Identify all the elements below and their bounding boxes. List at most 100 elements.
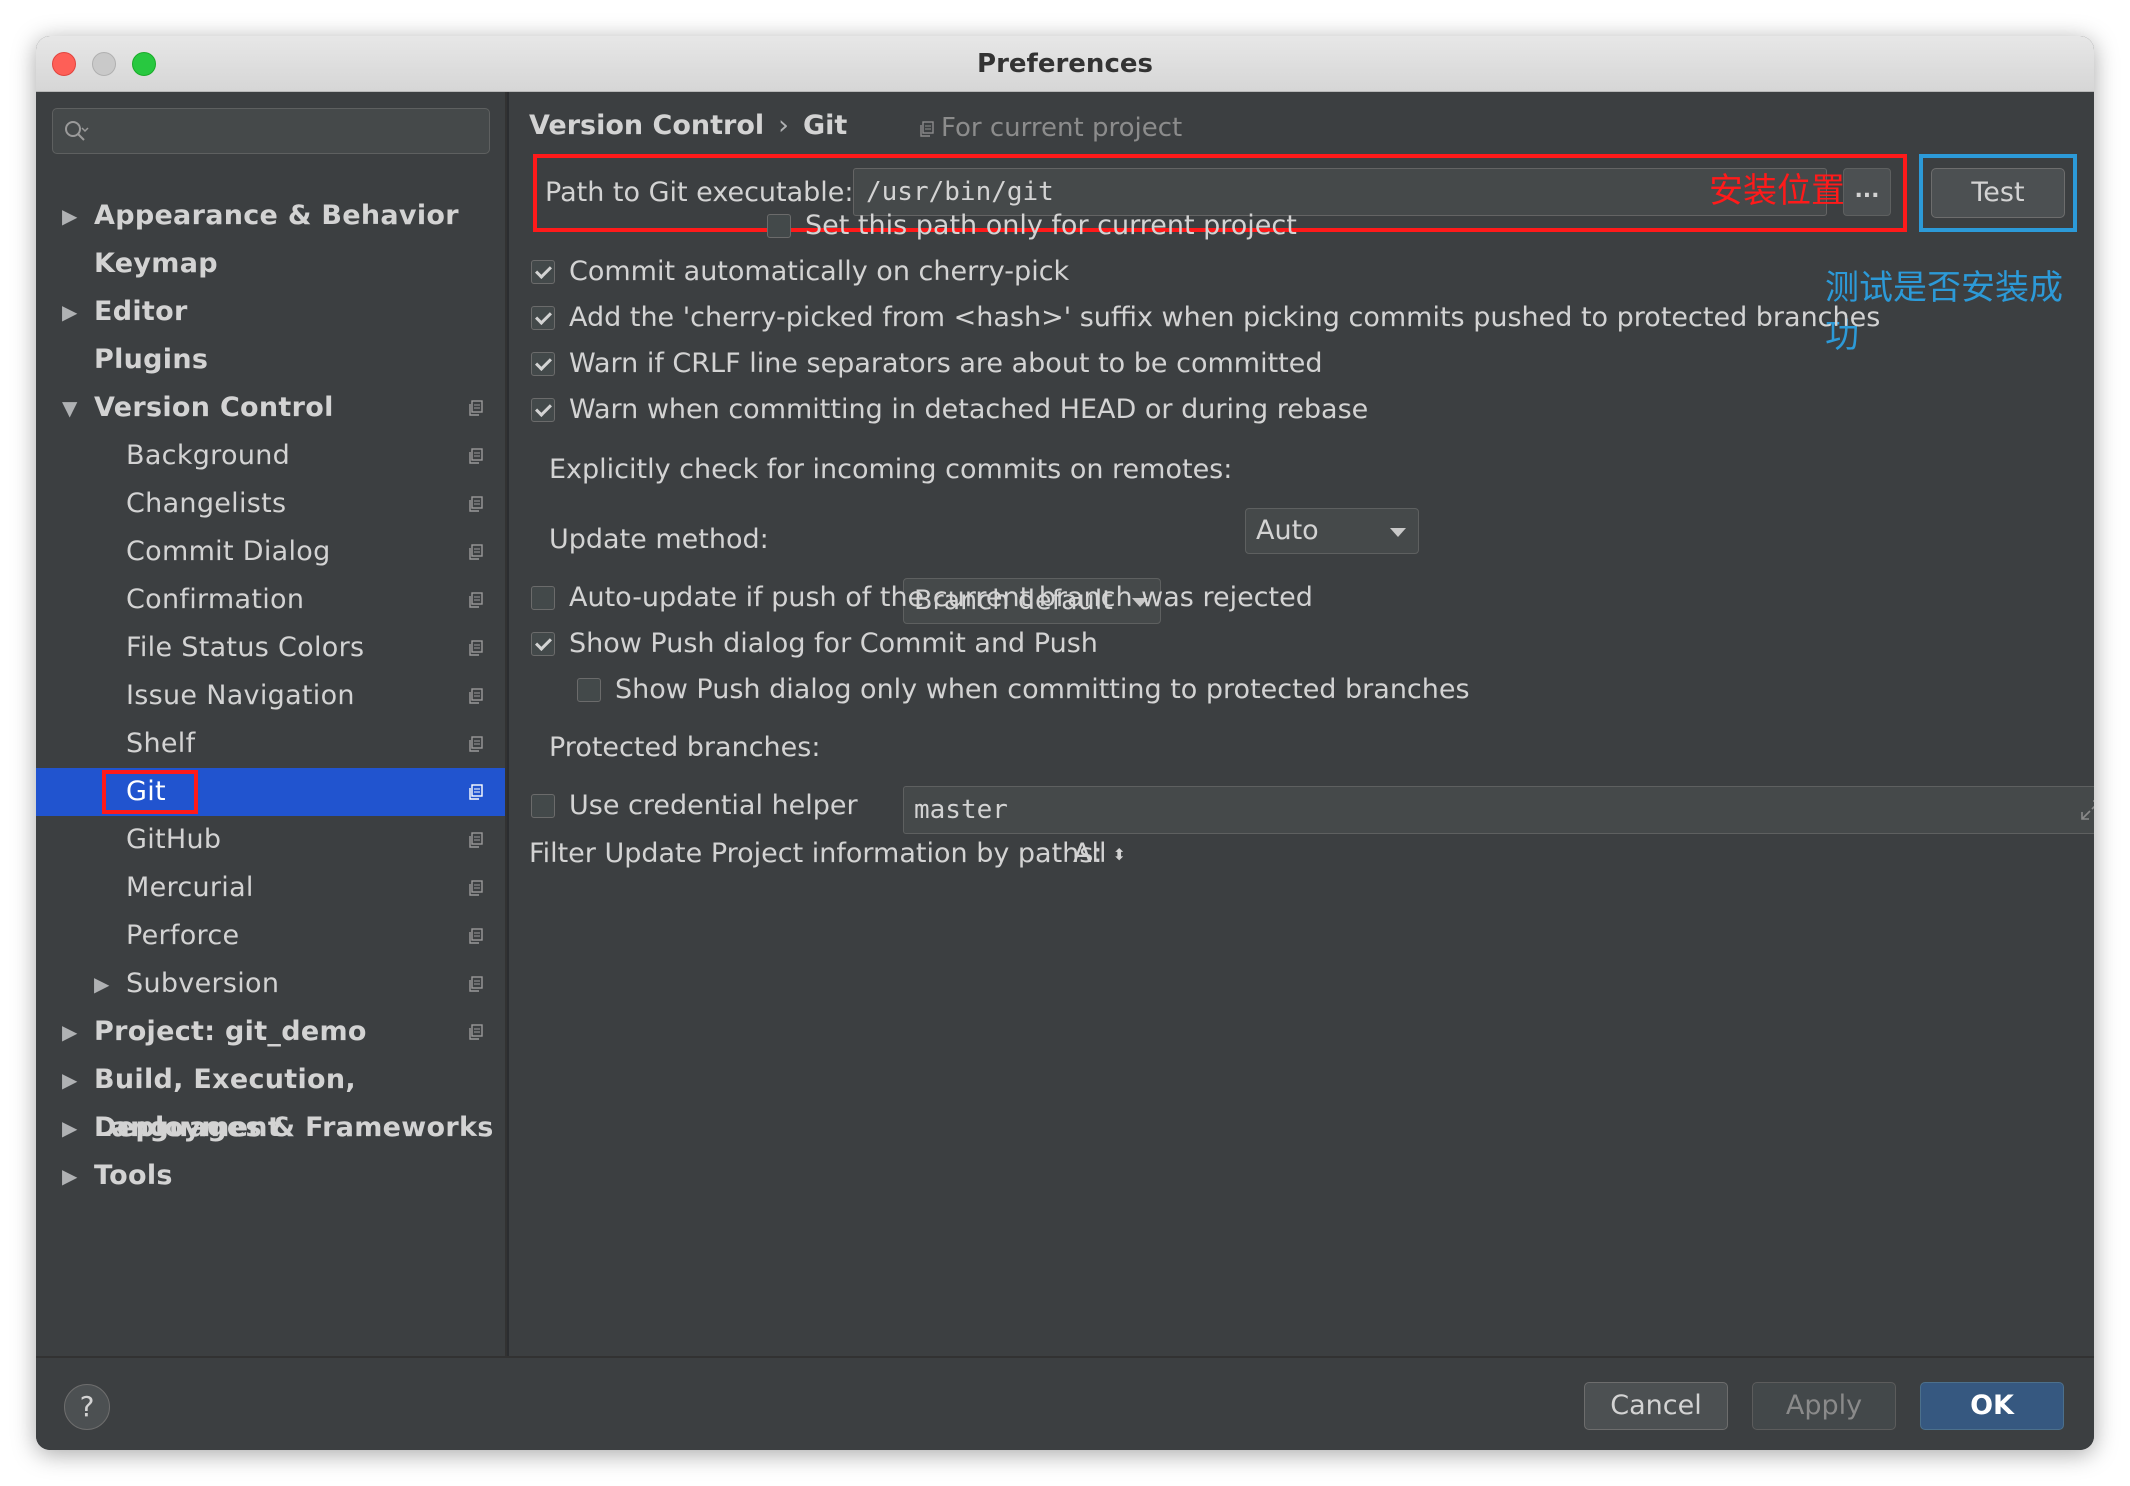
show-push-protected-label: Show Push dialog only when committing to… bbox=[615, 674, 1470, 705]
sidebar-item-label: Appearance & Behavior bbox=[94, 200, 459, 231]
browse-button[interactable]: ... bbox=[1843, 168, 1891, 216]
cherry-suffix-checkbox[interactable] bbox=[531, 306, 555, 330]
settings-tree: ▶ Appearance & Behavior Keymap ▶ Editor Plugi… bbox=[36, 192, 505, 1200]
filter-paths-value: All bbox=[1073, 838, 1107, 869]
sidebar-item-perforce[interactable]: Perforce bbox=[36, 912, 505, 960]
project-scope-icon bbox=[469, 400, 483, 416]
test-button[interactable]: Test bbox=[1931, 168, 2065, 218]
title-bar: Preferences bbox=[36, 36, 2094, 92]
commit-auto-label: Commit automatically on cherry-pick bbox=[569, 256, 1070, 287]
collapsed-arrow-icon[interactable]: ▶ bbox=[62, 1152, 78, 1200]
show-push-protected-checkbox[interactable] bbox=[577, 678, 601, 702]
help-button[interactable]: ? bbox=[64, 1384, 110, 1430]
sidebar-item-label: Background bbox=[126, 440, 291, 471]
sidebar-item-appearance-behavior[interactable]: ▶ Appearance & Behavior bbox=[36, 192, 505, 240]
set-path-only-checkbox[interactable] bbox=[767, 214, 791, 238]
project-scope-icon bbox=[469, 736, 483, 752]
protected-branches-label: Protected branches: bbox=[549, 732, 821, 763]
sidebar-item-editor[interactable]: ▶ Editor bbox=[36, 288, 505, 336]
updown-arrows-icon: ⬍ bbox=[1112, 845, 1126, 864]
project-scope-icon bbox=[469, 880, 483, 896]
sidebar-item-label: Languages & Frameworks bbox=[94, 1112, 494, 1143]
auto-update-label: Auto-update if push of the current branc… bbox=[569, 582, 1313, 613]
project-scope-icon bbox=[469, 448, 483, 464]
sidebar-item-commit-dialog[interactable]: Commit Dialog bbox=[36, 528, 505, 576]
warn-crlf-checkbox[interactable] bbox=[531, 352, 555, 376]
sidebar-item-build-execution-deployment[interactable]: ▶ Build, Execution, Deployment bbox=[36, 1056, 505, 1143]
protected-branches-input[interactable]: master bbox=[903, 786, 2094, 834]
sidebar-item-git[interactable]: Git bbox=[36, 768, 505, 816]
sidebar-item-subversion[interactable]: ▶ Subversion bbox=[36, 960, 505, 1008]
incoming-commits-value: Auto bbox=[1256, 515, 1319, 546]
incoming-commits-select[interactable]: Auto bbox=[1245, 508, 1419, 554]
sidebar-item-label: Changelists bbox=[126, 488, 287, 519]
project-scope-icon bbox=[469, 928, 483, 944]
warn-detached-checkbox[interactable] bbox=[531, 398, 555, 422]
sidebar-item-label: Project: git_demo bbox=[94, 1016, 367, 1047]
collapsed-arrow-icon[interactable]: ▶ bbox=[62, 1104, 78, 1152]
breadcrumb-parent[interactable]: Version Control bbox=[529, 110, 764, 141]
sidebar-item-label: Perforce bbox=[126, 920, 240, 951]
search-icon bbox=[65, 121, 89, 141]
sidebar-item-label: Mercurial bbox=[126, 872, 254, 903]
project-scope-icon bbox=[469, 544, 483, 560]
expanded-arrow-icon[interactable]: ▼ bbox=[62, 384, 78, 432]
incoming-label: Explicitly check for incoming commits on… bbox=[549, 454, 1233, 485]
sidebar-item-plugins[interactable]: Plugins bbox=[36, 336, 505, 384]
sidebar-item-label: Subversion bbox=[126, 968, 280, 999]
collapsed-arrow-icon[interactable]: ▶ bbox=[62, 1008, 78, 1056]
commit-auto-checkbox[interactable] bbox=[531, 260, 555, 284]
sidebar-item-issue-navigation[interactable]: Issue Navigation bbox=[36, 672, 505, 720]
sidebar-item-label: Editor bbox=[94, 296, 188, 327]
sidebar-item-label: Plugins bbox=[94, 344, 209, 375]
project-scope-icon bbox=[469, 784, 483, 800]
window-title: Preferences bbox=[977, 49, 1153, 79]
project-scope-icon bbox=[469, 1024, 483, 1040]
collapsed-arrow-icon[interactable]: ▶ bbox=[62, 192, 78, 240]
sidebar-item-github[interactable]: GitHub bbox=[36, 816, 505, 864]
protected-branches-value: master bbox=[914, 795, 1008, 825]
ok-button[interactable]: OK bbox=[1920, 1382, 2064, 1430]
project-scope-icon bbox=[469, 592, 483, 608]
collapsed-arrow-icon[interactable]: ▶ bbox=[62, 1056, 78, 1104]
sidebar-item-label: Issue Navigation bbox=[126, 680, 355, 711]
sidebar-item-file-status-colors[interactable]: File Status Colors bbox=[36, 624, 505, 672]
sidebar-item-label: Keymap bbox=[94, 248, 218, 279]
project-scope-icon bbox=[469, 496, 483, 512]
credential-helper-checkbox[interactable] bbox=[531, 794, 555, 818]
project-scope-icon bbox=[469, 640, 483, 656]
sidebar-item-shelf[interactable]: Shelf bbox=[36, 720, 505, 768]
expand-icon[interactable] bbox=[2078, 797, 2094, 823]
show-push-label: Show Push dialog for Commit and Push bbox=[569, 628, 1098, 659]
sidebar-item-label: Version Control bbox=[94, 392, 334, 423]
filter-paths-select[interactable]: All ⬍ bbox=[1073, 834, 1126, 875]
cancel-button[interactable]: Cancel bbox=[1584, 1382, 1728, 1430]
warn-detached-label: Warn when committing in detached HEAD or… bbox=[569, 394, 1369, 425]
collapsed-arrow-icon[interactable]: ▶ bbox=[94, 960, 110, 1008]
for-current-project-label: For current project bbox=[919, 108, 1182, 148]
cherry-suffix-label: Add the 'cherry-picked from <hash>' suff… bbox=[569, 302, 1881, 333]
sidebar-item-project-git-demo[interactable]: ▶ Project: git_demo bbox=[36, 1008, 505, 1056]
collapsed-arrow-icon[interactable]: ▶ bbox=[62, 288, 78, 336]
sidebar-item-languages-frameworks[interactable]: ▶ Languages & Frameworks bbox=[36, 1104, 505, 1152]
project-scope-icon bbox=[469, 688, 483, 704]
auto-update-checkbox[interactable] bbox=[531, 586, 555, 610]
sidebar-item-mercurial[interactable]: Mercurial bbox=[36, 864, 505, 912]
settings-search-input[interactable] bbox=[52, 108, 490, 154]
set-path-only-label: Set this path only for current project bbox=[805, 210, 1297, 241]
show-push-checkbox[interactable] bbox=[531, 632, 555, 656]
sidebar-item-tools[interactable]: ▶ Tools bbox=[36, 1152, 505, 1200]
sidebar-item-background[interactable]: Background bbox=[36, 432, 505, 480]
sidebar-item-label: File Status Colors bbox=[126, 632, 365, 663]
sidebar-item-label: Shelf bbox=[126, 728, 196, 759]
sidebar-item-keymap[interactable]: Keymap bbox=[36, 240, 505, 288]
warn-crlf-label: Warn if CRLF line separators are about t… bbox=[569, 348, 1323, 379]
credential-helper-label: Use credential helper bbox=[569, 790, 858, 821]
project-scope-icon bbox=[920, 121, 934, 137]
sidebar-item-confirmation[interactable]: Confirmation bbox=[36, 576, 505, 624]
sidebar-item-label: Confirmation bbox=[126, 584, 305, 615]
sidebar-item-changelists[interactable]: Changelists bbox=[36, 480, 505, 528]
dialog-footer: ? Cancel Apply OK bbox=[36, 1356, 2094, 1450]
apply-button[interactable]: Apply bbox=[1752, 1382, 1896, 1430]
sidebar-item-version-control[interactable]: ▼ Version Control bbox=[36, 384, 505, 432]
